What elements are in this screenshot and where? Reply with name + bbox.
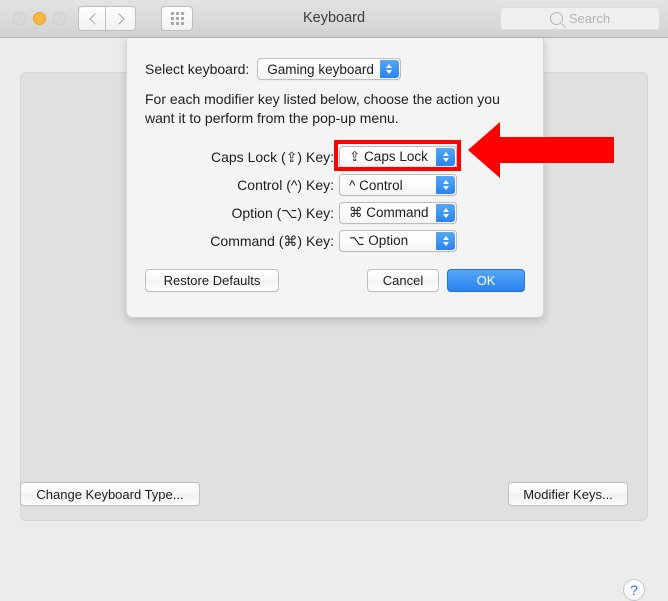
- option-popup[interactable]: ⌘ Command: [339, 202, 457, 224]
- modifier-label-command: Command (⌘) Key:: [210, 232, 334, 249]
- chevron-updown-icon: [379, 60, 399, 78]
- control-popup[interactable]: ^ Control: [339, 174, 457, 196]
- modifier-row-caps-lock: Caps Lock (⇪) Key: ⇪ Caps Lock: [127, 143, 545, 171]
- caps-lock-popup[interactable]: ⇪ Caps Lock: [339, 146, 457, 168]
- modifier-row-option: Option (⌥) Key: ⌘ Command: [127, 199, 545, 227]
- cancel-button[interactable]: Cancel: [367, 269, 439, 292]
- chevron-updown-icon: [436, 232, 455, 250]
- select-keyboard-popup[interactable]: Gaming keyboard: [257, 58, 401, 80]
- change-keyboard-type-button[interactable]: Change Keyboard Type...: [20, 482, 200, 506]
- modifier-row-command: Command (⌘) Key: ⌥ Option: [127, 227, 545, 255]
- modifier-keys-button[interactable]: Modifier Keys...: [508, 482, 628, 506]
- command-popup-value: ⌥ Option: [349, 233, 409, 248]
- search-icon: [549, 12, 563, 25]
- sheet-instructions: For each modifier key listed below, choo…: [145, 91, 500, 126]
- modifier-row-control: Control (^) Key: ^ Control: [127, 171, 545, 199]
- chevron-updown-icon: [436, 148, 455, 166]
- search-field[interactable]: Search: [500, 7, 660, 30]
- restore-defaults-button[interactable]: Restore Defaults: [145, 269, 279, 292]
- modifier-label-option: Option (⌥) Key:: [231, 204, 335, 221]
- ok-button[interactable]: OK: [447, 269, 525, 292]
- window-titlebar: Keyboard Search: [0, 0, 668, 38]
- select-keyboard-row: Select keyboard: Gaming keyboard: [145, 58, 401, 80]
- option-popup-value: ⌘ Command: [349, 205, 429, 220]
- search-placeholder: Search: [568, 11, 611, 26]
- command-popup[interactable]: ⌥ Option: [339, 230, 457, 252]
- select-keyboard-label: Select keyboard:: [145, 61, 250, 77]
- help-button[interactable]: ?: [623, 579, 645, 601]
- caps-lock-popup-value: ⇪ Caps Lock: [349, 149, 428, 164]
- modifier-label-caps-lock: Caps Lock (⇪) Key:: [211, 148, 334, 165]
- modifier-keys-sheet: Select keyboard: Gaming keyboard For eac…: [126, 38, 544, 318]
- modifier-rows-list: Caps Lock (⇪) Key: ⇪ Caps Lock Control (…: [127, 143, 545, 255]
- control-popup-value: ^ Control: [349, 177, 403, 193]
- modifier-label-control: Control (^) Key:: [237, 177, 334, 193]
- chevron-updown-icon: [436, 176, 455, 194]
- select-keyboard-value: Gaming keyboard: [267, 61, 374, 77]
- chevron-updown-icon: [436, 204, 455, 222]
